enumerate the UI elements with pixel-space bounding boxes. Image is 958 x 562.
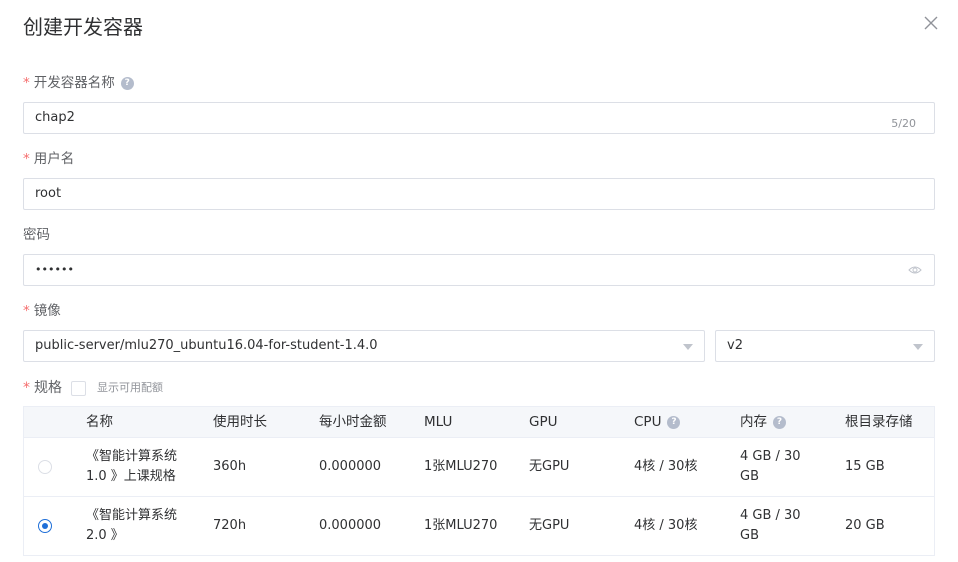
close-icon[interactable] (922, 14, 940, 32)
col-memory-text: 内存 (740, 414, 767, 430)
container-name-input[interactable]: chap2 5/20 (23, 102, 935, 134)
image-repo-select[interactable]: public-server/mlu270_ubuntu16.04-for-stu… (23, 330, 705, 362)
spec-memory: 4 GB / 30 GB (740, 506, 801, 546)
spec-root-storage: 15 GB (845, 459, 885, 474)
help-icon[interactable]: ? (120, 76, 134, 90)
required-mark: * (23, 151, 30, 167)
spec-hourly-cost: 0.000000 (319, 459, 382, 474)
required-mark: * (23, 303, 30, 319)
col-cpu: CPU ? (634, 407, 681, 437)
spec-label: * 规格 显示可用配额 (23, 379, 163, 397)
col-duration: 使用时长 (213, 414, 267, 430)
spec-table: 名称 使用时长 每小时金额 MLU GPU CPU ? 内存 ? 根目录存储 《… (23, 406, 935, 556)
image-label: * 镜像 (23, 302, 61, 320)
required-mark: * (23, 380, 30, 396)
caret-down-icon (683, 344, 693, 350)
spec-hourly-cost: 0.000000 (319, 518, 382, 533)
spec-memory-line1: 4 GB / 30 (740, 508, 801, 523)
help-icon[interactable]: ? (773, 415, 786, 429)
container-name-value: chap2 (35, 110, 75, 125)
col-gpu: GPU (529, 414, 558, 430)
spec-memory-line2: GB (740, 528, 759, 543)
image-label-text: 镜像 (33, 303, 61, 319)
spec-name-line1: 《智能计算系统 (86, 449, 178, 464)
container-name-label-text: 开发容器名称 (33, 75, 115, 91)
show-available-quota-label[interactable]: 显示可用配额 (97, 379, 163, 397)
spec-duration: 360h (213, 459, 247, 474)
spec-name-line2: 2.0 》 (86, 528, 124, 543)
username-value: root (35, 186, 62, 201)
spec-gpu: 无GPU (529, 518, 570, 533)
spec-mlu: 1张MLU270 (424, 459, 498, 474)
image-tag-select[interactable]: v2 (715, 330, 935, 362)
spec-label-text: 规格 (34, 380, 62, 396)
username-label: * 用户名 (23, 150, 74, 168)
help-icon[interactable]: ? (667, 415, 681, 429)
spec-name-line1: 《智能计算系统 (86, 508, 178, 523)
table-row[interactable]: 《智能计算系统 1.0 》上课规格 360h 0.000000 1张MLU270… (24, 438, 934, 497)
image-repo-value: public-server/mlu270_ubuntu16.04-for-stu… (35, 338, 378, 353)
password-value: •••••• (35, 263, 74, 276)
password-input[interactable]: •••••• (23, 254, 935, 286)
caret-down-icon (913, 344, 923, 350)
container-name-label: * 开发容器名称 ? (23, 74, 134, 92)
col-root-storage: 根目录存储 (845, 414, 913, 430)
spec-mlu: 1张MLU270 (424, 518, 498, 533)
col-cpu-text: CPU (634, 414, 662, 430)
spec-cpu: 4核 / 30核 (634, 459, 698, 474)
spec-name-line2: 1.0 》上课规格 (86, 469, 176, 484)
spec-cpu: 4核 / 30核 (634, 518, 698, 533)
spec-gpu: 无GPU (529, 459, 570, 474)
spec-radio[interactable] (38, 460, 52, 474)
col-mlu: MLU (424, 414, 453, 430)
dialog-title: 创建开发容器 (23, 15, 143, 39)
spec-root-storage: 20 GB (845, 518, 885, 533)
col-name: 名称 (86, 414, 113, 430)
image-tag-value: v2 (727, 338, 743, 353)
table-row[interactable]: 《智能计算系统 2.0 》 720h 0.000000 1张MLU270 无GP… (24, 497, 934, 556)
eye-icon[interactable] (908, 264, 922, 276)
required-mark: * (23, 75, 30, 91)
spec-memory-line2: GB (740, 469, 759, 484)
table-header: 名称 使用时长 每小时金额 MLU GPU CPU ? 内存 ? 根目录存储 (24, 407, 934, 438)
spec-memory: 4 GB / 30 GB (740, 447, 801, 487)
spec-radio[interactable] (38, 519, 52, 533)
spec-name: 《智能计算系统 2.0 》 (86, 506, 177, 546)
password-label-text: 密码 (23, 227, 50, 243)
spec-duration: 720h (213, 518, 247, 533)
password-label: 密码 (23, 226, 50, 244)
spec-memory-line1: 4 GB / 30 (740, 449, 801, 464)
show-available-quota-checkbox[interactable] (71, 380, 86, 396)
col-memory: 内存 ? (740, 407, 786, 437)
username-input[interactable]: root (23, 178, 935, 210)
spec-name: 《智能计算系统 1.0 》上课规格 (86, 447, 177, 487)
col-hourly-cost: 每小时金额 (319, 414, 387, 430)
char-counter: 5/20 (891, 117, 916, 130)
username-label-text: 用户名 (33, 151, 75, 167)
